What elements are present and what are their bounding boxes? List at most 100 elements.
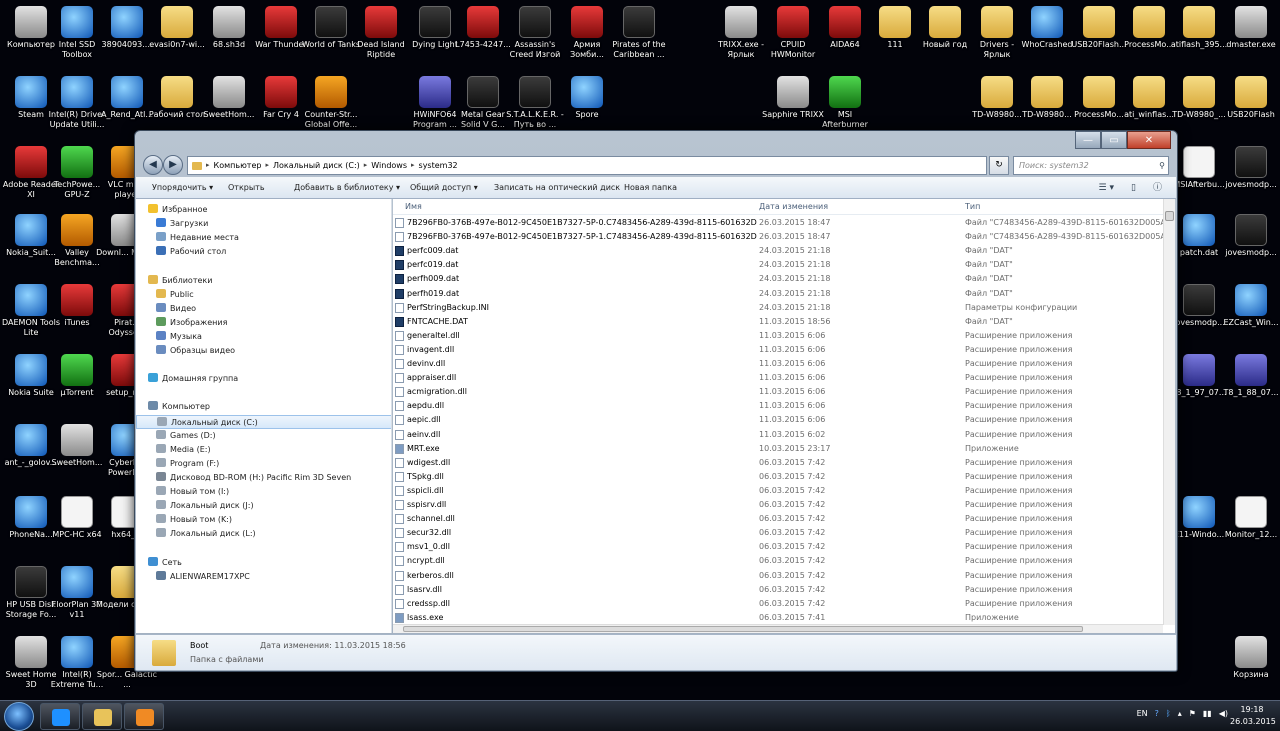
column-type[interactable]: Тип (965, 199, 980, 215)
file-row[interactable]: invagent.dll 11.03.2015 6:06 Расширение пр… (393, 343, 1163, 357)
vertical-scrollbar[interactable] (1163, 199, 1175, 625)
desktop-shortcut[interactable]: Pirates of the Caribbean ... (608, 4, 670, 68)
toolbar-item[interactable]: Общий доступ ▾ (410, 177, 478, 199)
toolbar-item[interactable]: Открыть (228, 177, 265, 199)
column-name[interactable]: Имя (405, 199, 422, 215)
desktop-shortcut[interactable]: Monitor_12... (1220, 494, 1280, 558)
file-row[interactable]: 7B296FB0-376B-497e-B012-9C450E1B7327-5P-… (393, 216, 1175, 230)
nav-item[interactable]: Компьютер (136, 400, 391, 414)
file-row[interactable]: aeinv.dll 11.03.2015 6:02 Расширение прило… (393, 428, 1163, 442)
file-row[interactable]: MRT.exe 10.03.2015 23:17 Приложение (393, 442, 1163, 456)
nav-item[interactable]: Музыка (136, 330, 391, 344)
file-row[interactable]: PerfStringBackup.INI 24.03.2015 21:18 Пара… (393, 301, 1163, 315)
file-row[interactable]: 7B296FB0-376B-497e-B012-9C450E1B7327-5P-… (393, 230, 1175, 244)
refresh-button[interactable]: ↻ (989, 156, 1009, 175)
start-button[interactable] (4, 702, 34, 731)
nav-item[interactable]: Локальный диск (J:) (136, 499, 391, 513)
desktop-shortcut[interactable]: EZCast_Win... (1220, 282, 1280, 346)
nav-item[interactable]: Media (E:) (136, 443, 391, 457)
file-row[interactable]: msv1_0.dll 06.03.2015 7:42 Расширение прил… (393, 540, 1163, 554)
breadcrumb-separator[interactable]: ▸ (364, 157, 368, 174)
desktop-shortcut[interactable]: jovesmodp... (1220, 144, 1280, 208)
file-row[interactable]: credssp.dll 06.03.2015 7:42 Расширение при… (393, 597, 1163, 611)
file-row[interactable]: lsasrv.dll 06.03.2015 7:42 Расширение прил… (393, 583, 1163, 597)
nav-item[interactable]: Сеть (136, 556, 391, 570)
desktop-shortcut[interactable]: MSI Afterburner (814, 74, 876, 138)
breadcrumb-item[interactable]: Компьютер (214, 157, 262, 174)
file-row[interactable]: aepic.dll 11.03.2015 6:06 Расширение прило… (393, 413, 1163, 427)
file-row[interactable]: wdigest.dll 06.03.2015 7:42 Расширение при… (393, 456, 1163, 470)
file-row[interactable]: kerberos.dll 06.03.2015 7:42 Расширение пр… (393, 569, 1163, 583)
file-row[interactable]: perfh019.dat 24.03.2015 21:18 Файл "DAT" (393, 287, 1163, 301)
nav-item[interactable]: Локальный диск (C:) (136, 414, 391, 429)
column-date[interactable]: Дата изменения (759, 199, 828, 215)
nav-item[interactable]: Недавние места (136, 231, 391, 245)
file-row[interactable]: sspisrv.dll 06.03.2015 7:42 Расширение при… (393, 498, 1163, 512)
file-row[interactable]: schannel.dll 06.03.2015 7:42 Расширение пр… (393, 512, 1163, 526)
nav-item[interactable]: Новый том (I:) (136, 485, 391, 499)
nav-item[interactable]: Загрузки (136, 217, 391, 231)
desktop-shortcut[interactable]: Spore (556, 74, 618, 138)
search-input[interactable]: Поиск: system32 ⚲ (1013, 156, 1169, 175)
scroll-thumb[interactable] (1165, 211, 1174, 221)
desktop-shortcut[interactable]: T8_1_88_07... (1220, 352, 1280, 416)
nav-item[interactable]: Дисковод BD-ROM (H:) Pacific Rim 3D Seve… (136, 471, 391, 485)
file-row[interactable]: aepdu.dll 11.03.2015 6:06 Расширение прило… (393, 399, 1163, 413)
help-icon[interactable]: ⓘ (1153, 181, 1162, 195)
toolbar-item[interactable]: Упорядочить ▾ (152, 177, 213, 199)
minimize-button[interactable]: — (1075, 131, 1101, 149)
media-player-taskbar-button[interactable] (124, 703, 164, 730)
language-indicator[interactable]: EN (1137, 709, 1148, 718)
file-row[interactable]: generaltel.dll 11.03.2015 6:06 Расширение … (393, 329, 1163, 343)
file-row[interactable]: acmigration.dll 11.03.2015 6:06 Расширение… (393, 385, 1163, 399)
clock[interactable]: 19:18 26.03.2015 (1230, 704, 1276, 728)
desktop-shortcut[interactable]: Корзина (1220, 634, 1280, 698)
desktop-shortcut[interactable]: dmaster.exe (1220, 4, 1280, 68)
nav-item[interactable]: Рабочий стол (136, 245, 391, 259)
preview-pane-icon[interactable]: ▯ (1131, 181, 1136, 195)
file-row[interactable]: sspicli.dll 06.03.2015 7:42 Расширение при… (393, 484, 1163, 498)
file-row[interactable]: perfc019.dat 24.03.2015 21:18 Файл "DAT" (393, 258, 1163, 272)
horizontal-scrollbar[interactable] (393, 624, 1163, 633)
nav-item[interactable]: Домашняя группа (136, 372, 391, 386)
file-row[interactable]: perfc009.dat 24.03.2015 21:18 Файл "DAT" (393, 244, 1163, 258)
volume-icon[interactable]: ◀) (1219, 709, 1228, 718)
nav-item[interactable]: Новый том (K:) (136, 513, 391, 527)
file-row[interactable]: FNTCACHE.DAT 11.03.2015 18:56 Файл "DAT" (393, 315, 1163, 329)
nav-item[interactable]: Избранное (136, 203, 391, 217)
nav-item[interactable]: ALIENWAREM17XPC (136, 570, 391, 584)
file-row[interactable]: devinv.dll 11.03.2015 6:06 Расширение прил… (393, 357, 1163, 371)
flag-icon[interactable]: ⚑ (1189, 709, 1196, 718)
forward-button[interactable]: ▶ (163, 155, 183, 175)
breadcrumb-separator[interactable]: ▸ (265, 157, 269, 174)
desktop-shortcut[interactable]: USB20Flash (1220, 74, 1280, 138)
toolbar-item[interactable]: Новая папка (624, 177, 677, 199)
nav-item[interactable]: Видео (136, 302, 391, 316)
tray-arrow-icon[interactable]: ▴ (1178, 709, 1182, 718)
bluetooth-icon[interactable]: ᛒ (1166, 709, 1171, 718)
desktop-shortcut[interactable]: Counter-Str... Global Offe... (300, 74, 362, 138)
file-row[interactable]: lsass.exe 06.03.2015 7:41 Приложение (393, 611, 1163, 625)
nav-item[interactable]: Games (D:) (136, 429, 391, 443)
close-button[interactable]: ✕ (1127, 131, 1171, 149)
toolbar-item[interactable]: Добавить в библиотеку ▾ (294, 177, 400, 199)
nav-item[interactable]: Program (F:) (136, 457, 391, 471)
view-options-icon[interactable]: ☰ ▾ (1099, 181, 1114, 195)
network-tray-icon[interactable]: ▮▮ (1203, 709, 1212, 718)
breadcrumb-item[interactable]: Windows (371, 157, 407, 174)
file-row[interactable]: perfh009.dat 24.03.2015 21:18 Файл "DAT" (393, 272, 1163, 286)
breadcrumb-separator[interactable]: ▸ (206, 157, 210, 174)
breadcrumb-separator[interactable]: ▸ (411, 157, 415, 174)
hscroll-thumb[interactable] (403, 626, 1083, 632)
file-row[interactable]: TSpkg.dll 06.03.2015 7:42 Расширение прило… (393, 470, 1163, 484)
nav-item[interactable]: Изображения (136, 316, 391, 330)
desktop-shortcut[interactable]: Dead Island Riptide (350, 4, 412, 68)
explorer-taskbar-button[interactable] (82, 703, 122, 730)
nav-item[interactable]: Public (136, 288, 391, 302)
address-bar[interactable]: ▸ Компьютер ▸ Локальный диск (C:) ▸ Windows ▸ s… (187, 156, 987, 175)
desktop-shortcut[interactable]: jovesmodp... (1220, 212, 1280, 276)
back-button[interactable]: ◀ (143, 155, 163, 175)
maximize-button[interactable]: ▭ (1101, 131, 1127, 149)
nav-item[interactable]: Локальный диск (L:) (136, 527, 391, 541)
help-tray-icon[interactable]: ? (1155, 709, 1159, 718)
